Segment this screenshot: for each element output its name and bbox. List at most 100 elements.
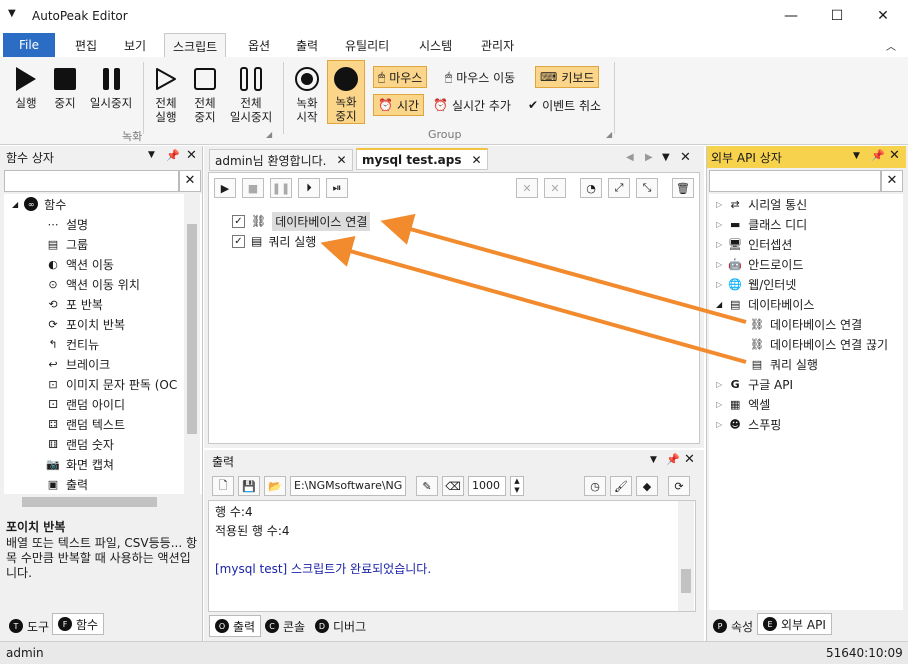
panel-menu-icon[interactable]: ▼	[650, 455, 657, 465]
close-icon[interactable]: ✕	[186, 148, 197, 163]
pause-all-button[interactable]: 전체 일시중지	[226, 64, 276, 124]
tab-functions[interactable]: F 함수	[52, 613, 105, 635]
horizontal-scrollbar[interactable]	[4, 494, 184, 510]
tab-script[interactable]: 스크립트	[164, 33, 227, 59]
fill-icon[interactable]: ◆	[636, 476, 658, 496]
output-scrollbar[interactable]	[678, 501, 694, 611]
function-search-input[interactable]	[4, 170, 179, 192]
pause-button[interactable]: 일시중지	[86, 64, 136, 110]
open-folder-icon[interactable]: 📂	[264, 476, 286, 496]
checkbox[interactable]: ✓	[232, 214, 245, 228]
tab-options[interactable]: 옵션	[240, 33, 278, 57]
stop-all-button[interactable]: 전체 중지	[187, 64, 223, 124]
time-toggle[interactable]: ⏰ 시간	[373, 94, 425, 116]
close-icon[interactable]: ✕	[889, 148, 900, 163]
count-stepper[interactable]: ▲ ▼	[510, 476, 524, 496]
record-stop-button[interactable]: 녹화 중지	[327, 60, 365, 124]
vertical-scrollbar[interactable]	[184, 194, 200, 494]
step-icon[interactable]: ⏵	[298, 178, 320, 198]
pin-icon[interactable]: 📌	[166, 149, 180, 162]
close-icon[interactable]: ✕	[684, 452, 695, 467]
api-tree-item-query[interactable]: ▤ 쿼리 실행	[750, 354, 818, 374]
tree-root-functions[interactable]: ◢ ∞ 함수	[12, 194, 66, 214]
tree-item[interactable]: 📷 화면 캡쳐	[46, 454, 114, 474]
tab-debug[interactable]: D 디버그	[310, 615, 371, 637]
tree-item[interactable]: ↩ 브레이크	[46, 354, 110, 374]
eraser-icon[interactable]: ⌫	[442, 476, 464, 496]
api-tree-item[interactable]: ▷ ☻ 스푸핑	[716, 414, 781, 434]
api-tree-item-db-disconnect[interactable]: ⛓ 데이타베이스 연결 끊기	[750, 334, 902, 354]
timer-icon[interactable]: ◔	[580, 178, 602, 198]
tree-item[interactable]: ⚃ 랜덤 텍스트	[46, 414, 125, 434]
api-tree-item[interactable]: ▷ ▦ 엑셀	[716, 394, 770, 414]
tab-properties[interactable]: P 속성	[708, 615, 758, 637]
keyboard-toggle[interactable]: ⌨ 키보드	[535, 66, 600, 88]
trash-icon[interactable]: 🗑	[672, 178, 694, 198]
brush-icon[interactable]: 🖌	[610, 476, 632, 496]
api-tree-item[interactable]: ▷ 🤖 안드로이드	[716, 254, 803, 274]
tab-tools[interactable]: T 도구	[4, 615, 54, 637]
tab-output-pane[interactable]: O 출력	[209, 615, 262, 637]
clean-icon[interactable]: ✎	[416, 476, 438, 496]
realtime-add-toggle[interactable]: ⏰ 실시간 추가	[429, 94, 515, 116]
tree-item[interactable]: ⟲ 포 반복	[46, 294, 103, 314]
api-tree-item-db-connect[interactable]: ⛓ 데이타베이스 연결	[750, 314, 862, 334]
panel-menu-icon[interactable]: ▼	[148, 150, 155, 160]
collapse-icon[interactable]: ⤡	[636, 178, 658, 198]
mouse-toggle[interactable]: 🖱 마우스	[373, 66, 428, 88]
tab-edit[interactable]: 편집	[67, 33, 105, 57]
dialog-launcher-icon[interactable]: ◢	[606, 130, 612, 139]
tree-item[interactable]: ◐ 액션 이동	[46, 254, 114, 274]
scroll-thumb[interactable]	[187, 224, 197, 434]
new-file-icon[interactable]: 🗋	[212, 476, 234, 496]
close-document-icon[interactable]: ✕	[680, 150, 691, 165]
api-tree-item[interactable]: ▷ G 구글 API	[716, 374, 793, 394]
maximize-button[interactable]: ☐	[814, 0, 860, 32]
delete-icon[interactable]: ✕	[516, 178, 538, 198]
record-start-button[interactable]: 녹화 시작	[289, 64, 325, 124]
tree-item[interactable]: ↰ 컨티뉴	[46, 334, 99, 354]
expand-icon[interactable]: ◢	[12, 200, 18, 209]
stop-icon[interactable]: ■	[242, 178, 264, 198]
pin-icon[interactable]: 📌	[666, 453, 680, 466]
expand-icon[interactable]: ⤢	[608, 178, 630, 198]
tree-item[interactable]: ⚅ 랜덤 숫자	[46, 434, 114, 454]
file-tab[interactable]: File	[3, 33, 55, 57]
stop-button[interactable]: 중지	[50, 64, 80, 110]
script-item-query[interactable]: ✓ ▤ 쿼리 실행	[232, 231, 316, 251]
tree-item[interactable]: ⊡ 이미지 문자 판독 (OC	[46, 374, 182, 394]
delete-all-icon[interactable]: ✕	[544, 178, 566, 198]
api-tree-item[interactable]: ▷ 🖥 인터셉션	[716, 234, 792, 254]
doc-tab-welcome[interactable]: admin님 환영합니다. ✕	[209, 149, 353, 171]
close-button[interactable]: ✕	[860, 0, 906, 32]
close-tab-icon[interactable]: ✕	[336, 153, 346, 167]
collapse-ribbon-icon[interactable]: ︿	[886, 38, 896, 53]
tab-view[interactable]: 보기	[116, 33, 154, 57]
pin-icon[interactable]: 📌	[871, 149, 885, 162]
checkbox[interactable]: ✓	[232, 234, 245, 248]
tree-item[interactable]: ⋯ 설명	[46, 214, 89, 234]
panel-menu-icon[interactable]: ▼	[853, 151, 860, 161]
tab-admin[interactable]: 관리자	[473, 33, 522, 57]
api-search-input[interactable]	[709, 170, 881, 192]
scroll-right-icon[interactable]: ▶	[645, 152, 653, 163]
refresh-icon[interactable]: ⟳	[668, 476, 690, 496]
quick-access-icon[interactable]: ▼	[8, 8, 16, 19]
clear-search-button[interactable]: ✕	[881, 170, 903, 192]
api-tree-item-database[interactable]: ◢ ▤ 데이타베이스	[716, 294, 814, 314]
tab-system[interactable]: 시스템	[411, 33, 460, 57]
api-tree-item[interactable]: ▷ 🌐 웹/인터넷	[716, 274, 796, 294]
api-tree-item[interactable]: ▷ ⇄ 시리얼 통신	[716, 194, 807, 214]
tree-item[interactable]: ⚀ 랜덤 아이디	[46, 394, 125, 414]
mouse-move-toggle[interactable]: 🖱 마우스 이동	[441, 66, 519, 88]
clear-search-button[interactable]: ✕	[179, 170, 201, 192]
run-button[interactable]: 실행	[10, 64, 42, 110]
tree-item[interactable]: ▣ 출력	[46, 474, 88, 494]
scroll-thumb[interactable]	[681, 569, 691, 593]
dialog-launcher-icon[interactable]: ◢	[266, 130, 272, 139]
tab-output[interactable]: 출력	[288, 33, 326, 57]
tab-console[interactable]: C 콘솔	[260, 615, 310, 637]
api-tree-item[interactable]: ▷ ▬ 클래스 디디	[716, 214, 807, 234]
close-tab-icon[interactable]: ✕	[472, 153, 482, 167]
tree-item[interactable]: ⟳ 포이치 반복	[46, 314, 125, 334]
